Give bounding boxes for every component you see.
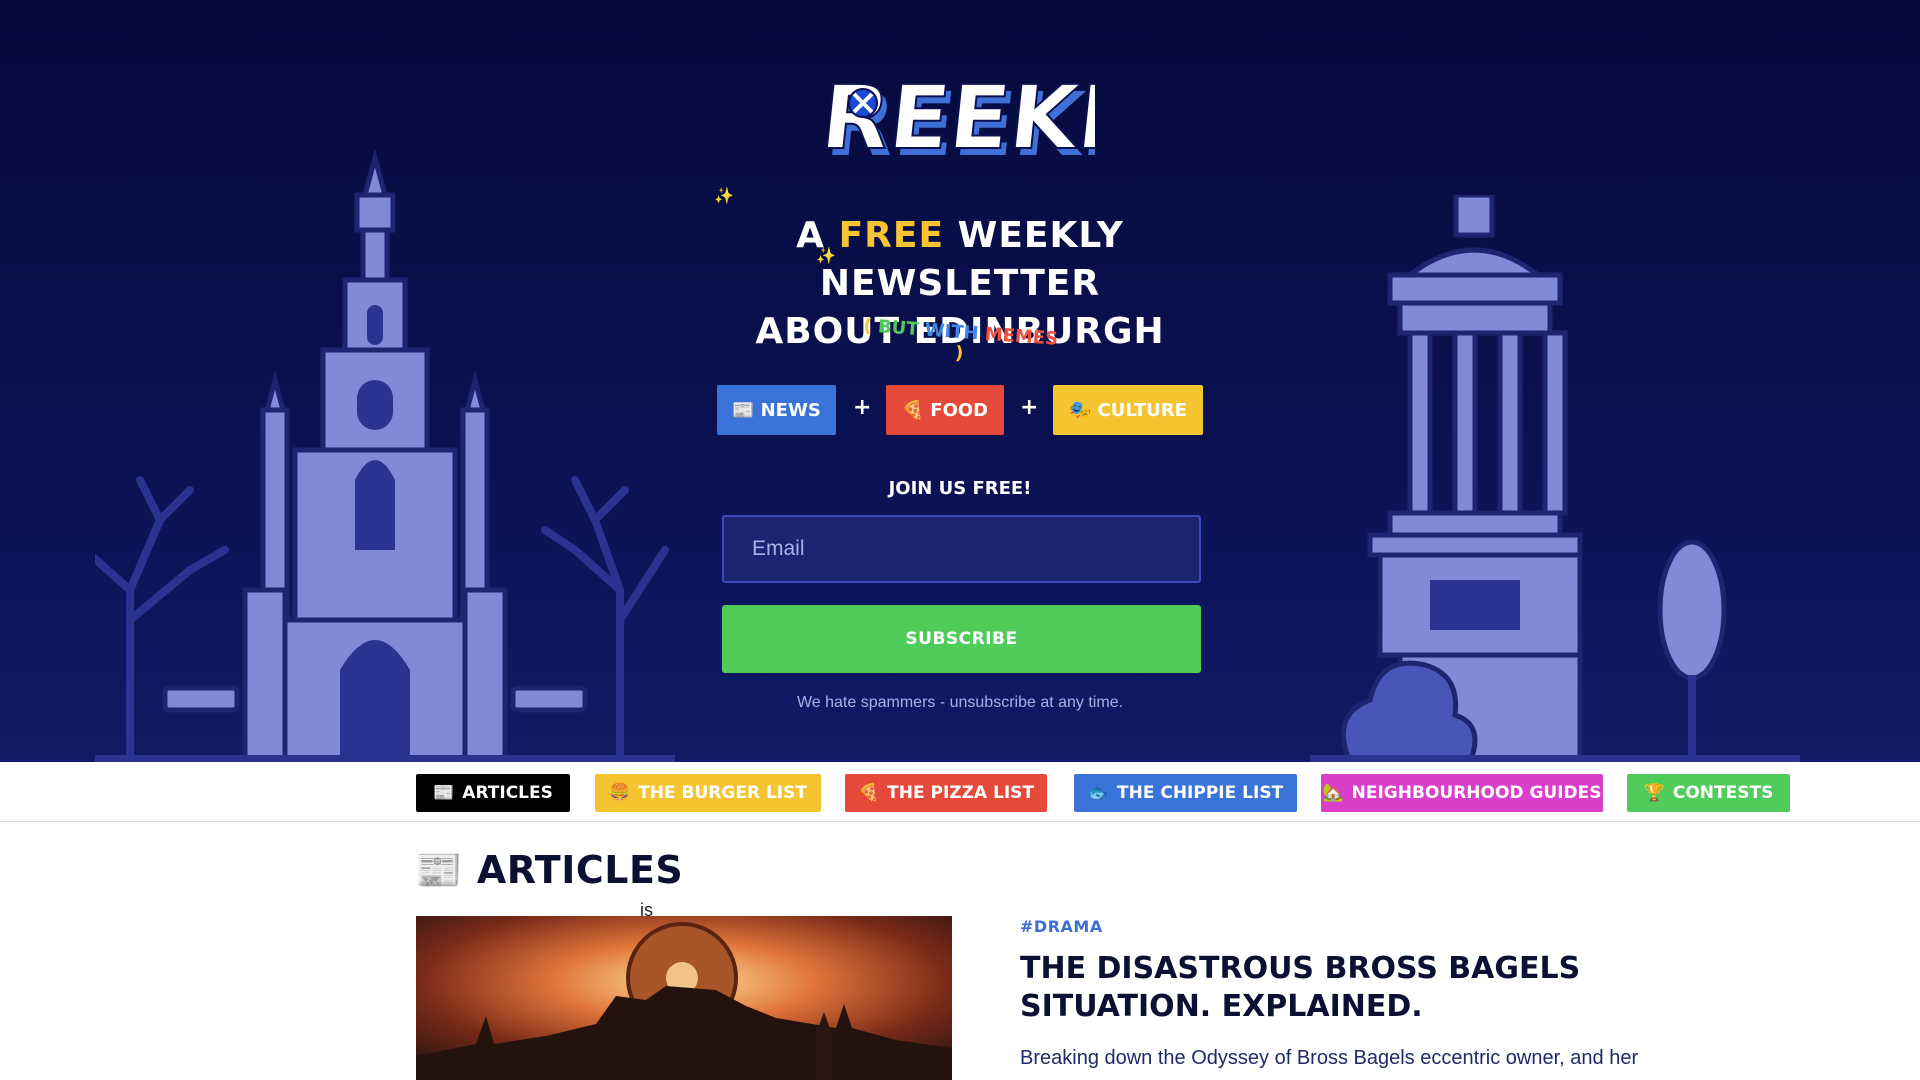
plus-sign: + (853, 395, 872, 420)
reekie-logo: REEKIE REEKIE (825, 65, 1095, 176)
article-thumbnail[interactable] (416, 916, 952, 1080)
trophy-icon: 🏆 (1643, 783, 1665, 803)
sparkle-icon: ✨ (714, 188, 734, 205)
subscribe-button[interactable]: SUBSCRIBE (722, 605, 1201, 673)
plus-sign: + (1020, 395, 1039, 420)
pizza-icon: 🍕 (857, 783, 880, 803)
newspaper-icon: 📰 (415, 847, 463, 892)
burns-monument-illustration (1310, 195, 1800, 762)
nav-contests[interactable]: 🏆 CONTESTS (1627, 774, 1790, 812)
newspaper-icon: 📰 (433, 783, 455, 803)
category-nav: 📰 ARTICLES 🍔 THE BURGER LIST 🍕 THE PIZZA… (0, 762, 1920, 822)
hero-section: REEKIE REEKIE ✨ ✨ A FREE WEEKLY NEWSLETT… (0, 0, 1920, 762)
article-title[interactable]: THE DISASTROUS BROSS BAGELS SITUATION. E… (1020, 950, 1720, 1026)
newspaper-icon: 📰 (732, 399, 755, 421)
fish-icon: 🐟 (1087, 783, 1109, 803)
scott-monument-illustration (95, 150, 675, 762)
article-excerpt: Breaking down the Odyssey of Bross Bagel… (1020, 1047, 1639, 1069)
saltire-icon (848, 88, 878, 118)
nav-neighbourhood-guides[interactable]: 🏡 NEIGHBOURHOOD GUIDES (1321, 774, 1603, 812)
burger-icon: 🍔 (609, 783, 631, 803)
pizza-icon: 🍕 (901, 399, 925, 421)
nav-chippie-list[interactable]: 🐟 THE CHIPPIE LIST (1074, 774, 1297, 812)
news-chip: 📰 NEWS (717, 385, 836, 435)
food-chip: 🍕 FOOD (886, 385, 1004, 435)
section-title: 📰 ARTICLES (415, 847, 684, 893)
spam-note: We hate spammers - unsubscribe at any ti… (796, 694, 1124, 711)
nav-pizza-list[interactable]: 🍕 THE PIZZA LIST (845, 774, 1047, 812)
theater-masks-icon: 🎭 (1069, 399, 1092, 421)
nav-articles[interactable]: 📰 ARTICLES (416, 774, 570, 812)
article-tag[interactable]: #DRAMA (1020, 917, 1103, 936)
email-input[interactable] (722, 515, 1201, 583)
join-label: JOIN US FREE! (888, 478, 1032, 499)
house-icon: 🏡 (1322, 783, 1344, 803)
nav-burger-list[interactable]: 🍔 THE BURGER LIST (595, 774, 821, 812)
culture-chip: 🎭 CULTURE (1053, 385, 1203, 435)
